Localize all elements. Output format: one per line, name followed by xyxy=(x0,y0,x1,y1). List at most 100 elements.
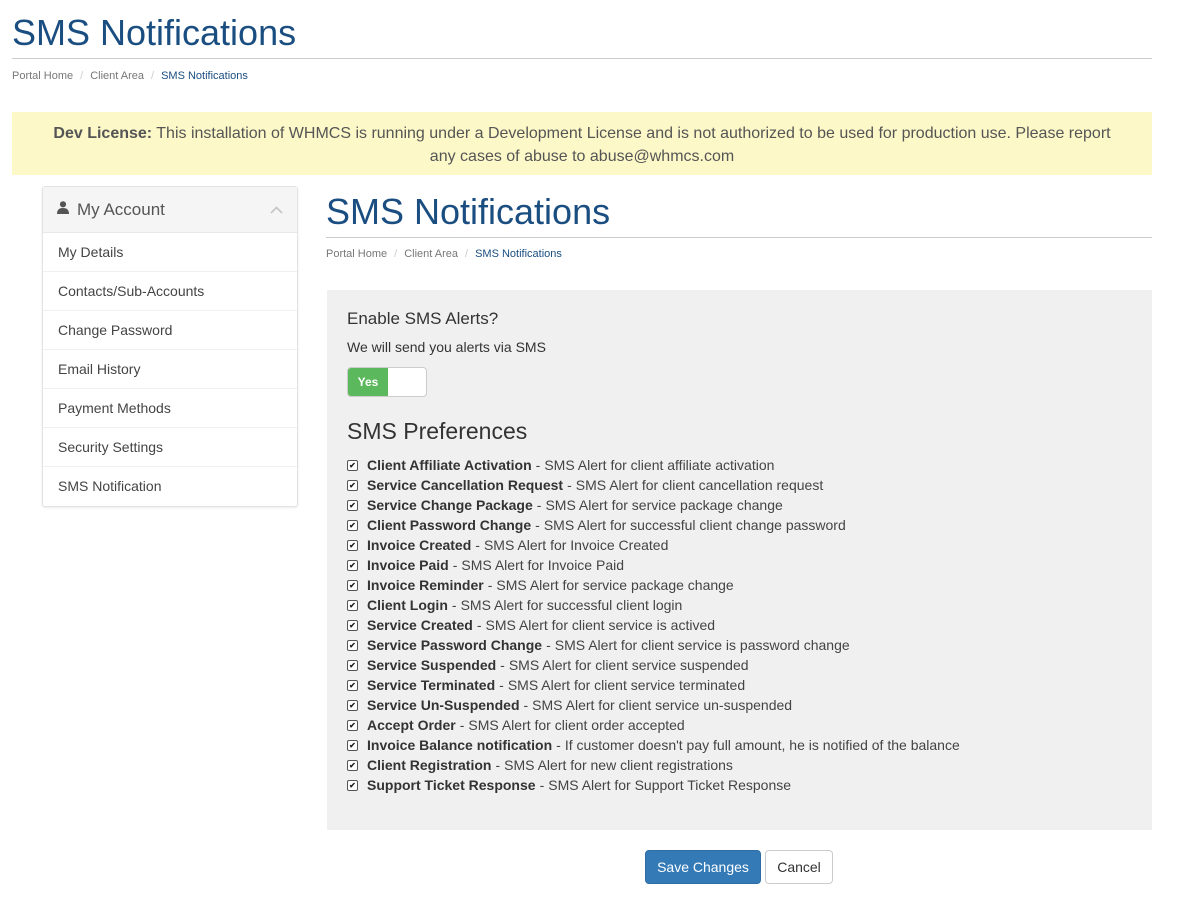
preference-separator: - xyxy=(556,737,561,753)
preference-separator: - xyxy=(476,617,482,633)
preference-separator: - xyxy=(546,637,551,653)
preference-separator: - xyxy=(536,497,542,513)
preference-checkbox[interactable]: ✔ xyxy=(347,479,358,491)
main-breadcrumb: Portal Home / Client Area / SMS Notification… xyxy=(326,247,562,261)
preference-row: ✔ Client Affiliate Activation - SMS Alert f… xyxy=(347,455,1132,475)
preference-name[interactable]: Invoice Created xyxy=(367,537,471,553)
preference-checkbox[interactable]: ✔ xyxy=(347,659,358,671)
chevron-up-icon[interactable] xyxy=(270,202,283,217)
preference-row: ✔ Service Change Package - SMS Alert for se… xyxy=(347,495,1132,515)
preference-name[interactable]: Invoice Paid xyxy=(367,557,449,573)
preference-checkbox[interactable]: ✔ xyxy=(347,779,358,791)
breadcrumb: Portal Home / Client Area / SMS Notification… xyxy=(12,69,248,83)
preference-checkbox[interactable]: ✔ xyxy=(347,499,358,511)
dev-license-text: This installation of WHMCS is running un… xyxy=(156,125,1111,165)
preference-name[interactable]: Service Terminated xyxy=(367,677,495,693)
preference-name[interactable]: Service Change Package xyxy=(367,497,533,513)
preference-checkbox[interactable]: ✔ xyxy=(347,679,358,691)
preference-row: ✔ Invoice Created - SMS Alert for Invoice C… xyxy=(347,535,1132,555)
preference-row: ✔ Support Ticket Response - SMS Alert for S… xyxy=(347,775,1132,795)
preference-row: ✔ Service Created - SMS Alert for client se… xyxy=(347,615,1132,635)
dev-license-alert: Dev License: This installation of WHMCS … xyxy=(12,112,1152,175)
preference-checkbox[interactable]: ✔ xyxy=(347,619,358,631)
dev-license-label: Dev License: xyxy=(53,125,153,142)
sidebar-item-sms-notification[interactable]: SMS Notification xyxy=(43,467,297,506)
preference-row: ✔ Service Suspended - SMS Alert for client … xyxy=(347,655,1132,675)
user-icon xyxy=(57,200,69,219)
preference-row: ✔ Client Registration - SMS Alert for new c… xyxy=(347,755,1132,775)
main-title: SMS Notifications xyxy=(326,191,611,232)
preference-name[interactable]: Invoice Reminder xyxy=(367,577,484,593)
preference-description: If customer doesn't pay full amount, he … xyxy=(564,737,960,753)
preference-row: ✔ Invoice Reminder - SMS Alert for service … xyxy=(347,575,1132,595)
main-divider xyxy=(326,237,1152,238)
preference-checkbox[interactable]: ✔ xyxy=(347,579,358,591)
preference-checkbox[interactable]: ✔ xyxy=(347,539,358,551)
preference-checkbox[interactable]: ✔ xyxy=(347,639,358,651)
breadcrumb-current: SMS Notifications xyxy=(161,70,248,82)
sms-preferences-list: ✔ Client Affiliate Activation - SMS Alert f… xyxy=(347,455,1132,795)
save-changes-button[interactable]: Save Changes xyxy=(645,850,761,884)
sidebar-item-change-password[interactable]: Change Password xyxy=(43,311,297,350)
preference-separator: - xyxy=(487,577,493,593)
preference-name[interactable]: Service Un-Suspended xyxy=(367,697,520,713)
enable-sms-toggle[interactable]: Yes xyxy=(347,367,427,397)
breadcrumb-client-area[interactable]: Client Area xyxy=(90,70,144,82)
preference-name[interactable]: Accept Order xyxy=(367,717,456,733)
preference-separator: - xyxy=(459,717,465,733)
sidebar-item-security-settings[interactable]: Security Settings xyxy=(43,428,297,467)
preference-description: SMS Alert for client affiliate activatio… xyxy=(544,457,775,473)
preference-description: SMS Alert for successful client login xyxy=(460,597,683,613)
preference-checkbox[interactable]: ✔ xyxy=(347,739,358,751)
sidebar-item-email-history[interactable]: Email History xyxy=(43,350,297,389)
preference-description: SMS Alert for service package change xyxy=(545,497,783,513)
preference-description: SMS Alert for Invoice Paid xyxy=(461,557,625,573)
preference-separator: - xyxy=(495,757,501,773)
toggle-handle xyxy=(388,368,426,396)
preference-separator: - xyxy=(567,477,572,493)
preference-name[interactable]: Invoice Balance notification xyxy=(367,737,552,753)
cancel-button[interactable]: Cancel xyxy=(765,850,833,884)
sidebar-header[interactable]: My Account xyxy=(43,187,297,233)
preference-separator: - xyxy=(539,777,545,793)
preference-row: ✔ Service Un-Suspended - SMS Alert for clie… xyxy=(347,695,1132,715)
breadcrumb-client-area[interactable]: Client Area xyxy=(404,248,458,260)
preference-name[interactable]: Service Suspended xyxy=(367,657,496,673)
preference-name[interactable]: Service Cancellation Request xyxy=(367,477,563,493)
preference-name[interactable]: Client Login xyxy=(367,597,448,613)
preference-separator: - xyxy=(523,697,529,713)
preference-separator: - xyxy=(451,597,457,613)
preference-name[interactable]: Support Ticket Response xyxy=(367,777,536,793)
preference-description: SMS Alert for service package change xyxy=(496,577,734,593)
preference-checkbox[interactable]: ✔ xyxy=(347,519,358,531)
preference-checkbox[interactable]: ✔ xyxy=(347,599,358,611)
preference-name[interactable]: Client Registration xyxy=(367,757,491,773)
preference-separator: - xyxy=(500,657,505,673)
sidebar-item-contacts[interactable]: Contacts/Sub-Accounts xyxy=(43,272,297,311)
preference-separator: - xyxy=(499,677,504,693)
preference-checkbox[interactable]: ✔ xyxy=(347,559,358,571)
breadcrumb-portal-home[interactable]: Portal Home xyxy=(326,248,387,260)
preference-description: SMS Alert for successful client change p… xyxy=(543,517,846,533)
preference-row: ✔ Client Password Change - SMS Alert for su… xyxy=(347,515,1132,535)
preference-name[interactable]: Client Password Change xyxy=(367,517,531,533)
sidebar-item-my-details[interactable]: My Details xyxy=(43,233,297,272)
breadcrumb-separator: / xyxy=(151,70,155,82)
preference-description: SMS Alert for client service is password… xyxy=(554,637,850,653)
sms-preferences-title: SMS Preferences xyxy=(347,418,528,444)
preference-name[interactable]: Service Created xyxy=(367,617,473,633)
preference-name[interactable]: Service Password Change xyxy=(367,637,542,653)
preference-description: SMS Alert for client service terminated xyxy=(507,677,746,693)
preference-checkbox[interactable]: ✔ xyxy=(347,759,358,771)
breadcrumb-portal-home[interactable]: Portal Home xyxy=(12,70,73,82)
sidebar-item-payment-methods[interactable]: Payment Methods xyxy=(43,389,297,428)
preference-checkbox[interactable]: ✔ xyxy=(347,459,358,471)
preference-name[interactable]: Client Affiliate Activation xyxy=(367,457,532,473)
preference-row: ✔ Service Cancellation Request - SMS Alert … xyxy=(347,475,1132,495)
enable-sms-title: Enable SMS Alerts? xyxy=(347,309,499,328)
preference-checkbox[interactable]: ✔ xyxy=(347,699,358,711)
preference-checkbox[interactable]: ✔ xyxy=(347,719,358,731)
preference-row: ✔ Accept Order - SMS Alert for client order… xyxy=(347,715,1132,735)
breadcrumb-current: SMS Notifications xyxy=(475,248,562,260)
preference-separator: - xyxy=(452,557,458,573)
